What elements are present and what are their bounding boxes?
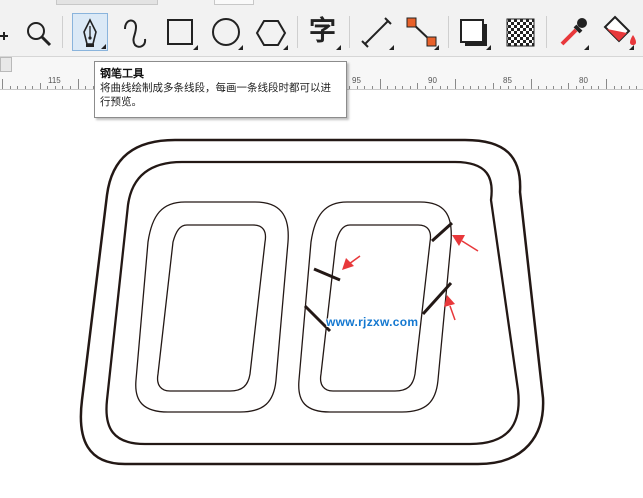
- inner-outline[interactable]: [105, 160, 520, 446]
- magnifier-icon: [27, 22, 52, 47]
- ruler-tick: [356, 86, 358, 89]
- ruler-tick: [575, 86, 577, 89]
- ruler-tick: [462, 86, 464, 89]
- polygon-tool[interactable]: [253, 13, 289, 51]
- ruler-tick: [606, 79, 607, 89]
- pen-tool[interactable]: [72, 13, 108, 51]
- text-glyph-icon: 字: [309, 16, 336, 47]
- ruler-tick: [394, 86, 396, 89]
- ruler-tick: [424, 86, 426, 89]
- ruler-tick: [77, 79, 79, 89]
- ruler-tick: [598, 86, 600, 89]
- ruler-tick: [568, 83, 570, 89]
- ruler-tick: [545, 86, 547, 89]
- rectangle-tool[interactable]: [163, 13, 199, 51]
- tooltip-description: 将曲线绘制成多条线段，每画一条线段时都可以进行预览。: [100, 82, 331, 108]
- segment-stroke[interactable]: [313, 267, 341, 282]
- ruler-tick: [402, 86, 404, 89]
- ruler-tick: [439, 86, 441, 89]
- outer-outline[interactable]: [79, 138, 545, 466]
- ruler-tick: [387, 86, 389, 89]
- ruler-tick: [2, 79, 3, 89]
- ruler-tick: [39, 83, 41, 89]
- ruler-tick: [379, 79, 381, 89]
- ruler-tick: [628, 86, 630, 89]
- tooltip-title: 钢笔工具: [100, 67, 144, 80]
- ruler-tick: [538, 86, 540, 89]
- annotation-arrow: [452, 235, 479, 252]
- property-bar-field[interactable]: [214, 0, 254, 5]
- ruler-tick: [432, 86, 434, 89]
- ruler-tick: [613, 86, 615, 89]
- ruler-tick: [500, 86, 502, 89]
- checkerboard-icon: [506, 18, 535, 47]
- ruler-tick: [515, 86, 517, 89]
- ruler-tick: [590, 86, 592, 89]
- transparency-tool[interactable]: [502, 13, 538, 51]
- ruler-label: 80: [579, 76, 588, 85]
- ruler-tick: [477, 86, 479, 89]
- ruler-tick: [54, 86, 56, 89]
- ruler-tick: [522, 86, 524, 89]
- ruler-tick: [69, 86, 71, 89]
- property-bar-segment: [56, 0, 158, 5]
- right-display-inner[interactable]: [319, 224, 432, 392]
- ruler-label: 115: [48, 76, 61, 85]
- ruler-tick: [553, 86, 555, 89]
- ruler-tick: [371, 86, 373, 89]
- artistic-media-tool[interactable]: [116, 13, 152, 51]
- shape-edit-icon: [0, 32, 8, 40]
- drawing-canvas[interactable]: [0, 90, 643, 498]
- text-tool[interactable]: 字: [306, 13, 342, 51]
- shape-tool[interactable]: [0, 13, 22, 51]
- ruler-tick: [560, 86, 562, 89]
- site-watermark: www.rjzxw.com: [326, 315, 419, 329]
- pen-tool-tooltip: 钢笔工具 将曲线绘制成多条线段，每画一条线段时都可以进行预览。: [94, 61, 347, 118]
- ellipse-tool[interactable]: [208, 13, 244, 51]
- ruler-tick: [17, 86, 19, 89]
- left-display-inner[interactable]: [156, 224, 267, 392]
- ruler-tick: [530, 79, 532, 89]
- ruler-tick: [485, 86, 487, 89]
- ruler-tick: [47, 86, 49, 89]
- ruler-tick: [492, 83, 494, 89]
- ruler-tick: [447, 86, 449, 89]
- eyedropper-tool[interactable]: [554, 13, 590, 51]
- ruler-label: 85: [503, 76, 512, 85]
- annotation-arrow: [342, 255, 361, 270]
- ruler-tick: [409, 86, 411, 89]
- ruler-tick: [85, 86, 87, 89]
- ruler-tick: [62, 86, 64, 89]
- ruler-tick: [349, 86, 351, 89]
- paint-bucket-icon: [603, 15, 636, 45]
- dimension-tool[interactable]: [359, 13, 395, 51]
- ruler-tick: [621, 86, 623, 89]
- ruler-tick: [507, 86, 509, 89]
- zoom-tool[interactable]: [20, 13, 56, 51]
- ruler-tick: [583, 86, 585, 89]
- ruler-tick: [364, 86, 366, 89]
- artistic-stroke-icon: [124, 19, 147, 48]
- ruler-tick: [636, 86, 638, 89]
- ruler-tick: [9, 86, 11, 89]
- ruler-tick: [455, 79, 456, 89]
- drop-shadow-tool[interactable]: [456, 13, 492, 51]
- ruler-label: 95: [352, 76, 361, 85]
- ruler-tick: [417, 83, 419, 89]
- ruler-origin[interactable]: [0, 57, 12, 72]
- ruler-label: 90: [428, 76, 437, 85]
- ruler-tick: [24, 86, 26, 89]
- connector-tool[interactable]: [404, 13, 440, 51]
- fill-tool[interactable]: [599, 13, 636, 51]
- ruler-tick: [32, 86, 34, 89]
- ruler-tick: [470, 86, 472, 89]
- segment-stroke[interactable]: [430, 221, 454, 243]
- toolbox: 字: [0, 0, 643, 57]
